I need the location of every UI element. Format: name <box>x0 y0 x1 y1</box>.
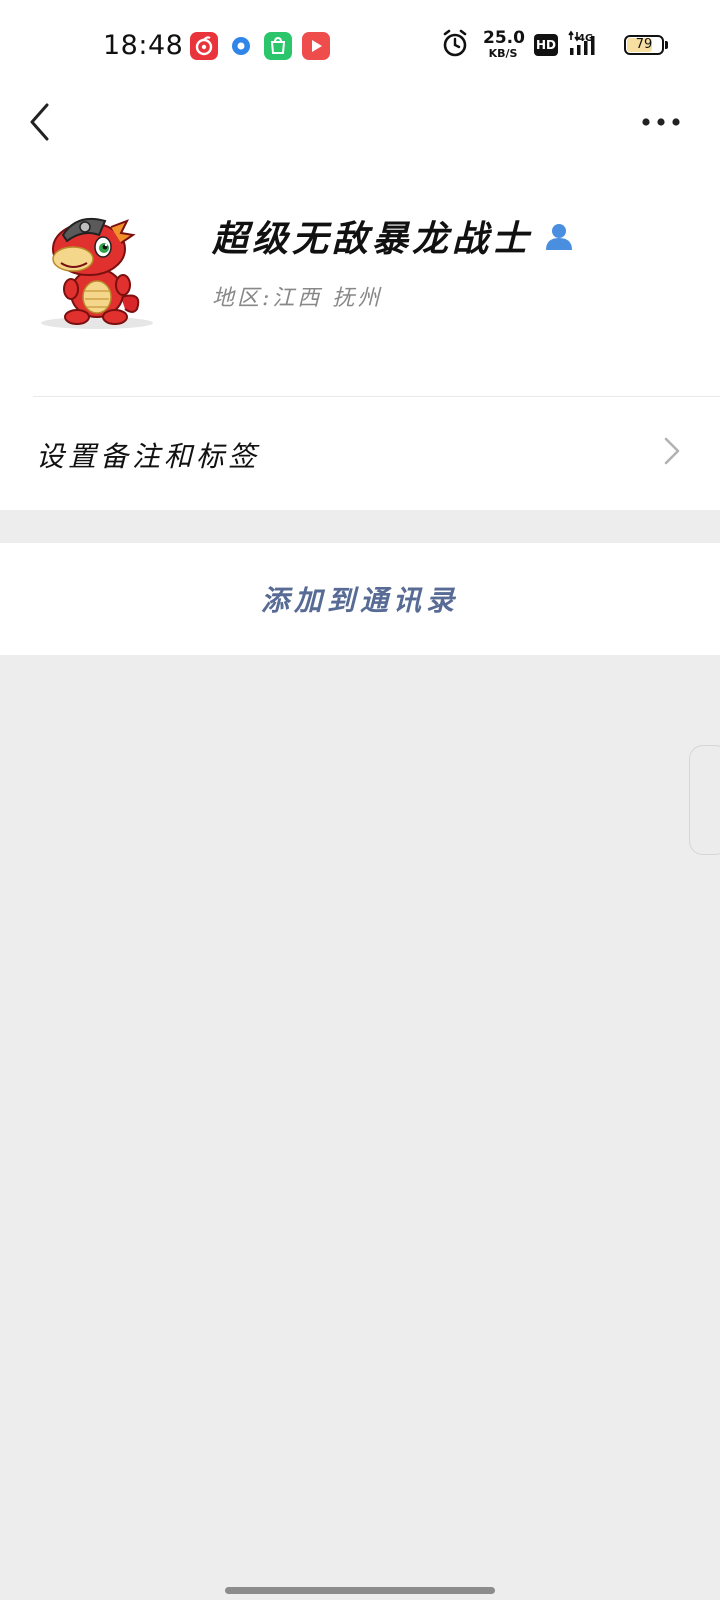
signal-4g-icon: 4G <box>566 30 602 62</box>
home-indicator[interactable] <box>225 1587 495 1594</box>
network-speed-value: 25.0 <box>483 28 525 48</box>
profile-name-row: 超级无敌暴龙战士 <box>212 212 574 260</box>
set-remark-and-tags-row[interactable]: 设置备注和标签 <box>0 397 720 509</box>
avatar[interactable] <box>33 205 161 333</box>
back-button[interactable] <box>20 96 68 148</box>
profile-region: 地区:江西 抚州 <box>212 286 383 311</box>
profile-name: 超级无敌暴龙战士 <box>212 218 533 260</box>
hd-voice-badge: HD <box>534 34 558 56</box>
set-remark-and-tags-label: 设置备注和标签 <box>36 440 261 473</box>
contact-person-icon <box>546 224 573 250</box>
more-options-button[interactable] <box>638 104 688 140</box>
side-drawer-handle[interactable] <box>689 745 720 855</box>
more-dots-icon <box>642 118 680 126</box>
chevron-left-icon <box>30 103 49 141</box>
network-speed-unit: KB/S <box>488 47 518 60</box>
battery-percent: 79 <box>635 37 653 52</box>
video-icon <box>302 32 330 60</box>
battery-indicator: 79 <box>624 35 664 55</box>
netease-music-icon <box>190 32 218 60</box>
add-to-contacts-label: 添加到通讯录 <box>260 584 459 617</box>
battery-terminal <box>665 41 668 49</box>
add-to-contacts-button[interactable]: 添加到通讯录 <box>0 543 720 655</box>
status-time: 18:48 <box>103 30 184 61</box>
store-icon <box>264 32 292 60</box>
alarm-icon <box>442 28 468 62</box>
browser-icon <box>227 32 255 60</box>
dragon-avatar-icon <box>33 205 161 333</box>
chevron-right-icon <box>664 437 680 465</box>
status-bar: 18:48 25.0 KB/S HD 4G 79 <box>0 0 720 92</box>
network-speed: 25.0 KB/S <box>483 28 525 60</box>
